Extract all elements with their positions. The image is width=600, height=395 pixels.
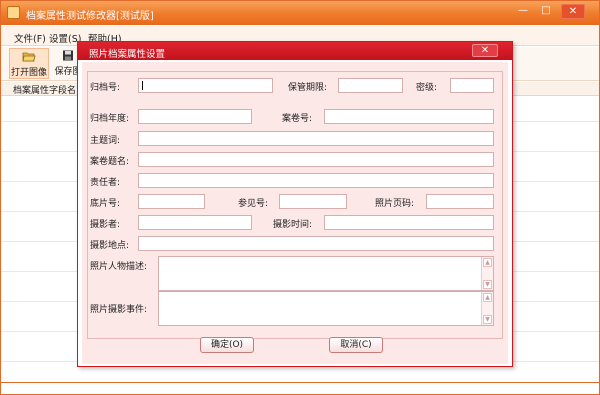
case-no-label: 案卷号:: [282, 114, 313, 124]
archive-no-label: 归档号:: [90, 83, 121, 93]
status-bar-border: [1, 382, 599, 383]
subject-label: 主题词:: [90, 136, 121, 146]
people-desc-label: 照片人物描述:: [90, 262, 148, 272]
photographer-label: 摄影者:: [90, 220, 121, 230]
responsible-label: 责任者:: [90, 178, 121, 188]
photo-place-input[interactable]: [138, 236, 494, 251]
app-icon: [7, 6, 20, 19]
subject-input[interactable]: [138, 131, 494, 146]
scroll-up-icon[interactable]: ▲: [483, 258, 492, 267]
archive-year-input[interactable]: [138, 109, 252, 124]
photo-archive-dialog: 照片档案属性设置 ✕ 归档号: 保管期限: 密级: 归档年度: 案卷号: 主题词…: [77, 41, 513, 367]
ok-button[interactable]: 确定(O): [200, 337, 254, 353]
negative-no-input[interactable]: [138, 194, 205, 209]
ref-no-label: 参见号:: [238, 199, 269, 209]
photo-event-scrollbar[interactable]: ▲ ▼: [481, 292, 493, 325]
field-name-column-label: 档案属性字段名: [13, 86, 77, 96]
cancel-button[interactable]: 取消(C): [329, 337, 383, 353]
case-title-label: 案卷题名:: [90, 157, 130, 167]
maximize-icon[interactable]: □: [538, 4, 554, 19]
minimize-icon[interactable]: —: [515, 4, 531, 19]
secret-level-label: 密级:: [416, 83, 438, 93]
folder-open-icon: [22, 52, 36, 62]
scroll-down-icon[interactable]: ▼: [483, 280, 492, 289]
dialog-body: 归档号: 保管期限: 密级: 归档年度: 案卷号: 主题词: 案卷题名: 责任者…: [82, 62, 508, 364]
text-caret: [142, 81, 143, 90]
form-panel: 归档号: 保管期限: 密级: 归档年度: 案卷号: 主题词: 案卷题名: 责任者…: [87, 71, 503, 339]
retention-input[interactable]: [338, 78, 403, 93]
photo-time-input[interactable]: [324, 215, 494, 230]
scroll-up-icon[interactable]: ▲: [483, 293, 492, 302]
save-disk-icon: [63, 50, 73, 61]
menu-file[interactable]: 文件(F): [14, 31, 46, 45]
photo-page-input[interactable]: [426, 194, 494, 209]
dialog-title: 照片档案属性设置: [89, 49, 166, 60]
main-window-title: 档案属性测试修改器[测试版]: [26, 11, 154, 22]
photo-place-label: 摄影地点:: [90, 241, 130, 251]
archive-no-input[interactable]: [138, 78, 273, 93]
ref-no-input[interactable]: [279, 194, 347, 209]
scroll-down-icon[interactable]: ▼: [483, 315, 492, 324]
open-image-button[interactable]: 打开图像: [9, 48, 49, 79]
main-titlebar[interactable]: 档案属性测试修改器[测试版] — □ ✕: [1, 1, 599, 25]
dialog-titlebar[interactable]: 照片档案属性设置 ✕: [78, 42, 512, 60]
negative-no-label: 底片号:: [90, 199, 121, 209]
people-desc-scrollbar[interactable]: ▲ ▼: [481, 257, 493, 290]
secret-level-input[interactable]: [450, 78, 494, 93]
photo-page-label: 照片页码:: [375, 199, 415, 209]
people-desc-textarea[interactable]: ▲ ▼: [158, 256, 494, 291]
retention-label: 保管期限:: [288, 83, 328, 93]
responsible-input[interactable]: [138, 173, 494, 188]
close-icon[interactable]: ✕: [561, 4, 585, 19]
photo-event-textarea[interactable]: ▲ ▼: [158, 291, 494, 326]
photo-time-label: 摄影时间:: [273, 220, 313, 230]
open-image-label: 打开图像: [10, 68, 47, 78]
dialog-close-icon[interactable]: ✕: [472, 44, 498, 57]
archive-year-label: 归档年度:: [90, 114, 130, 124]
case-no-input[interactable]: [324, 109, 494, 124]
case-title-input[interactable]: [138, 152, 494, 167]
photo-event-label: 照片摄影事件:: [90, 305, 148, 315]
photographer-input[interactable]: [138, 215, 252, 230]
